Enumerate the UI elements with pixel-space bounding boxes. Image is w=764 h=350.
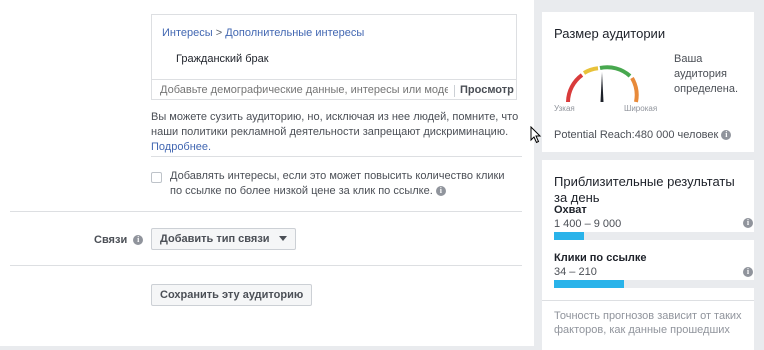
breadcrumb-interests-link[interactable]: Интересы bbox=[162, 27, 213, 39]
add-connection-type-button[interactable]: Добавить тип связи bbox=[151, 228, 296, 250]
clicks-value: 34 – 210 bbox=[554, 266, 597, 278]
add-connection-type-label: Добавить тип связи bbox=[160, 233, 270, 245]
info-icon[interactable]: i bbox=[743, 267, 753, 277]
selected-interest-tag[interactable]: Гражданский брак bbox=[176, 53, 269, 65]
potential-reach-label: Potential Reach: bbox=[554, 129, 635, 141]
audience-size-title: Размер аудитории bbox=[554, 26, 666, 41]
learn-more-link[interactable]: Подробнее. bbox=[151, 141, 211, 153]
divider bbox=[10, 211, 522, 212]
estimated-results-title: Приблизительные результаты за день bbox=[554, 174, 735, 205]
expand-interests-label: Добавлять интересы, если это может повыс… bbox=[170, 169, 510, 199]
caret-down-icon bbox=[278, 236, 287, 241]
connections-label-text: Связи bbox=[94, 234, 128, 246]
info-icon[interactable]: i bbox=[721, 130, 732, 141]
expand-interests-checkbox[interactable] bbox=[151, 172, 162, 183]
audience-summary-panel: Размер аудитории Узкая Широкая Ваша ауди… bbox=[542, 12, 754, 350]
breadcrumb-additional-interests-link[interactable]: Дополнительные интересы bbox=[225, 27, 364, 39]
narrow-note-text: Вы можете сузить аудиторию, но, исключая… bbox=[151, 111, 519, 138]
info-icon[interactable]: i bbox=[435, 186, 446, 197]
reach-title: Охват bbox=[554, 204, 587, 216]
gauge-needle bbox=[600, 72, 604, 102]
mouse-pointer-icon bbox=[530, 126, 542, 144]
audience-size-card: Размер аудитории Узкая Широкая Ваша ауди… bbox=[542, 12, 754, 152]
clicks-title: Клики по ссылке bbox=[554, 252, 647, 264]
detailed-targeting-box: Интересы > Дополнительные интересы Гражд… bbox=[151, 14, 517, 100]
narrow-audience-note: Вы можете сузить аудиторию, но, исключая… bbox=[151, 110, 521, 155]
expand-interests-text: Добавлять интересы, если это может повыс… bbox=[170, 170, 505, 197]
clicks-bar-fill bbox=[554, 280, 624, 288]
search-divider bbox=[454, 85, 455, 97]
divider bbox=[10, 265, 522, 266]
potential-reach-value: 480 000 человек bbox=[634, 129, 719, 141]
audience-editor-panel: Интересы > Дополнительные интересы Гражд… bbox=[0, 0, 534, 346]
reach-value: 1 400 – 9 000 bbox=[554, 218, 622, 230]
divider bbox=[542, 300, 754, 301]
reach-bar-fill bbox=[554, 232, 584, 240]
audience-status: Ваша аудитория определена. bbox=[674, 53, 739, 95]
gauge-narrow-label: Узкая bbox=[554, 104, 575, 113]
connections-label: Связи i bbox=[94, 234, 144, 246]
potential-reach: Potential Reach:480 000 человек i bbox=[554, 129, 732, 141]
gauge-red-segment bbox=[566, 73, 584, 103]
panel-gutter bbox=[534, 0, 542, 350]
interest-breadcrumb: Интересы > Дополнительные интересы bbox=[162, 27, 364, 39]
breadcrumb-separator: > bbox=[215, 27, 223, 39]
divider bbox=[151, 156, 522, 157]
forecast-footnote: Точность прогнозов зависит от таких факт… bbox=[554, 310, 742, 336]
gauge-yellow-segment bbox=[582, 66, 599, 75]
browse-button[interactable]: Просмотр bbox=[460, 84, 514, 96]
save-audience-button[interactable]: Сохранить эту аудиторию bbox=[151, 284, 313, 306]
gauge-green-segment bbox=[599, 65, 632, 78]
gauge-orange-segment bbox=[630, 76, 639, 103]
gauge-broad-label: Широкая bbox=[624, 104, 658, 113]
targeting-search-row: Просмотр bbox=[152, 79, 516, 100]
audience-gauge: Узкая Широкая bbox=[554, 54, 658, 113]
info-icon[interactable]: i bbox=[743, 218, 753, 228]
reach-bar bbox=[554, 232, 754, 240]
info-icon[interactable]: i bbox=[133, 235, 144, 246]
estimated-results-card: Приблизительные результаты за день Охват… bbox=[542, 160, 754, 350]
targeting-search-input[interactable] bbox=[160, 84, 448, 96]
clicks-bar bbox=[554, 280, 754, 288]
